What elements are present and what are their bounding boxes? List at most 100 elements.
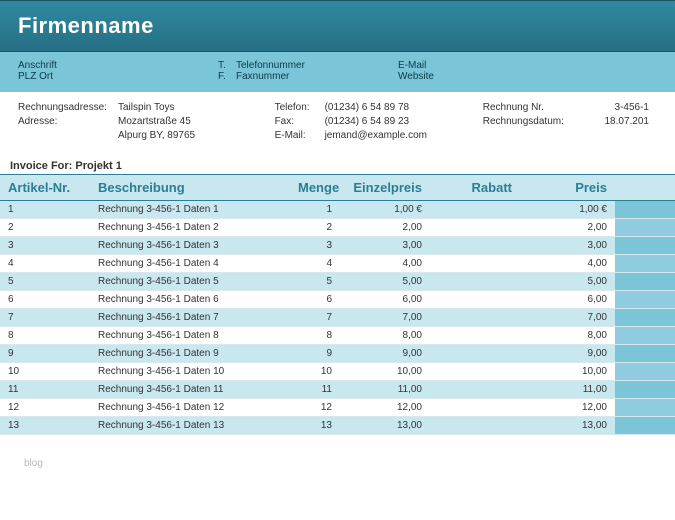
cell-ep: 8,00 — [340, 327, 430, 345]
cell-rabatt — [430, 417, 520, 435]
table-row: 5Rechnung 3-456-1 Daten 555,005,00 — [0, 273, 675, 291]
cell-ep: 10,00 — [340, 363, 430, 381]
table-row: 10Rechnung 3-456-1 Daten 101010,0010,00 — [0, 363, 675, 381]
invoice-details: Rechnungsadresse: Tailspin Toys Telefon:… — [0, 92, 675, 156]
cell-art: 1 — [0, 201, 90, 219]
table-row: 8Rechnung 3-456-1 Daten 888,008,00 — [0, 327, 675, 345]
cell-desc: Rechnung 3-456-1 Daten 2 — [90, 219, 290, 237]
cell-preis: 3,00 — [520, 237, 615, 255]
cell-rabatt — [430, 237, 520, 255]
cell-desc: Rechnung 3-456-1 Daten 6 — [90, 291, 290, 309]
cell-art: 2 — [0, 219, 90, 237]
cell-desc: Rechnung 3-456-1 Daten 12 — [90, 399, 290, 417]
cell-tail — [615, 363, 675, 381]
table-row: 13Rechnung 3-456-1 Daten 131313,0013,00 — [0, 417, 675, 435]
cell-rabatt — [430, 381, 520, 399]
cell-tail — [615, 345, 675, 363]
cell-menge: 11 — [290, 381, 340, 399]
cell-ep: 7,00 — [340, 309, 430, 327]
watermark: blog — [24, 458, 43, 469]
cell-desc: Rechnung 3-456-1 Daten 4 — [90, 255, 290, 273]
table-row: 1Rechnung 3-456-1 Daten 111,00 €1,00 € — [0, 201, 675, 219]
fax-label: Fax: — [275, 116, 325, 127]
email-value: jemand@example.com — [325, 130, 483, 141]
cell-rabatt — [430, 201, 520, 219]
cell-preis: 2,00 — [520, 219, 615, 237]
cell-menge: 13 — [290, 417, 340, 435]
cell-preis: 13,00 — [520, 417, 615, 435]
cell-menge: 5 — [290, 273, 340, 291]
cell-ep: 11,00 — [340, 381, 430, 399]
cell-rabatt — [430, 291, 520, 309]
cell-menge: 3 — [290, 237, 340, 255]
cell-tail — [615, 381, 675, 399]
contact-plzort: PLZ Ort — [18, 71, 218, 82]
cell-desc: Rechnung 3-456-1 Daten 10 — [90, 363, 290, 381]
cell-ep: 3,00 — [340, 237, 430, 255]
invoice-date-label: Rechnungsdatum: — [483, 116, 593, 127]
cell-desc: Rechnung 3-456-1 Daten 5 — [90, 273, 290, 291]
table-row: 2Rechnung 3-456-1 Daten 222,002,00 — [0, 219, 675, 237]
col-einzelpreis: Einzelpreis — [340, 175, 430, 201]
address-line2: Alpurg BY, 89765 — [118, 130, 275, 141]
cell-rabatt — [430, 309, 520, 327]
cell-desc: Rechnung 3-456-1 Daten 11 — [90, 381, 290, 399]
cell-desc: Rechnung 3-456-1 Daten 1 — [90, 201, 290, 219]
col-preis: Preis — [520, 175, 615, 201]
cell-rabatt — [430, 363, 520, 381]
cell-tail — [615, 309, 675, 327]
cell-ep: 6,00 — [340, 291, 430, 309]
cell-ep: 13,00 — [340, 417, 430, 435]
cell-art: 7 — [0, 309, 90, 327]
contact-website: Website — [398, 71, 578, 82]
cell-desc: Rechnung 3-456-1 Daten 7 — [90, 309, 290, 327]
cell-menge: 4 — [290, 255, 340, 273]
cell-preis: 9,00 — [520, 345, 615, 363]
table-header-row: Artikel-Nr. Beschreibung Menge Einzelpre… — [0, 175, 675, 201]
title-bar: Firmenname — [0, 0, 675, 52]
contact-email: E-Mail — [398, 60, 578, 71]
cell-rabatt — [430, 345, 520, 363]
contact-fax: F.Faxnummer — [218, 71, 398, 82]
cell-menge: 8 — [290, 327, 340, 345]
email-label: E-Mail: — [275, 130, 325, 141]
cell-desc: Rechnung 3-456-1 Daten 13 — [90, 417, 290, 435]
cell-preis: 10,00 — [520, 363, 615, 381]
col-rabatt: Rabatt — [430, 175, 520, 201]
cell-art: 11 — [0, 381, 90, 399]
cell-tail — [615, 237, 675, 255]
invoice-for: Invoice For: Projekt 1 — [0, 156, 675, 174]
phone-value: (01234) 6 54 89 78 — [325, 102, 483, 113]
table-row: 12Rechnung 3-456-1 Daten 121212,0012,00 — [0, 399, 675, 417]
company-title: Firmenname — [18, 13, 657, 39]
cell-desc: Rechnung 3-456-1 Daten 3 — [90, 237, 290, 255]
cell-rabatt — [430, 399, 520, 417]
cell-tail — [615, 255, 675, 273]
cell-art: 6 — [0, 291, 90, 309]
cell-ep: 1,00 € — [340, 201, 430, 219]
cell-menge: 7 — [290, 309, 340, 327]
cell-tail — [615, 219, 675, 237]
cell-preis: 1,00 € — [520, 201, 615, 219]
col-menge: Menge — [290, 175, 340, 201]
invoice-no-value: 3-456-1 — [593, 102, 657, 113]
invoice-date-value: 18.07.201 — [593, 116, 657, 127]
table-row: 4Rechnung 3-456-1 Daten 444,004,00 — [0, 255, 675, 273]
cell-tail — [615, 273, 675, 291]
col-tail — [615, 175, 675, 201]
cell-menge: 1 — [290, 201, 340, 219]
col-beschreibung: Beschreibung — [90, 175, 290, 201]
billing-label: Rechnungsadresse: — [18, 102, 118, 113]
cell-preis: 4,00 — [520, 255, 615, 273]
table-row: 11Rechnung 3-456-1 Daten 111111,0011,00 — [0, 381, 675, 399]
items-table: Artikel-Nr. Beschreibung Menge Einzelpre… — [0, 174, 675, 435]
cell-rabatt — [430, 327, 520, 345]
cell-menge: 9 — [290, 345, 340, 363]
cell-tail — [615, 327, 675, 345]
cell-ep: 5,00 — [340, 273, 430, 291]
cell-art: 13 — [0, 417, 90, 435]
contact-tel: T.Telefonnummer — [218, 60, 398, 71]
col-artikel-nr: Artikel-Nr. — [0, 175, 90, 201]
cell-tail — [615, 201, 675, 219]
cell-art: 9 — [0, 345, 90, 363]
